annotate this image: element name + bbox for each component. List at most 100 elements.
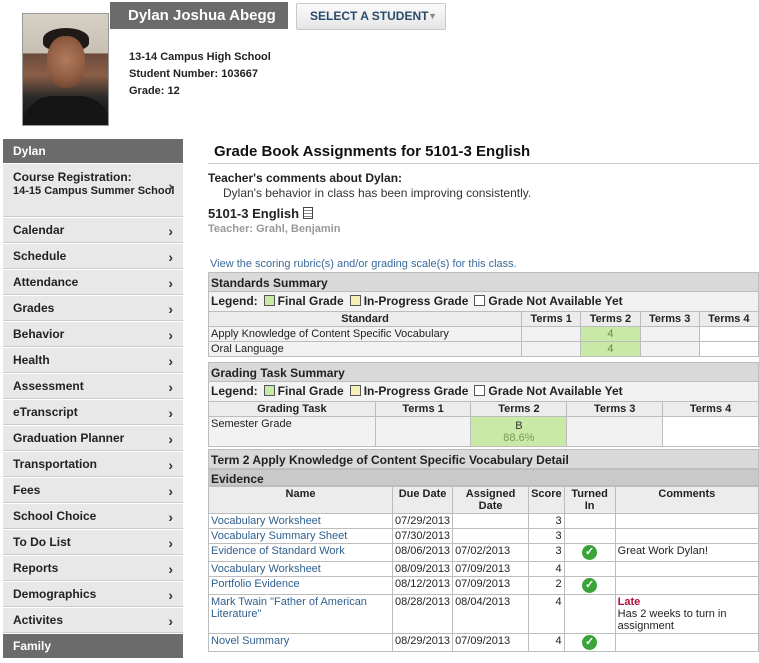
sidebar-item-transportation[interactable]: Transportation ›	[3, 451, 183, 477]
col-grading-task: Grading Task	[208, 401, 376, 417]
col-term2: Terms 2	[470, 401, 568, 417]
evidence-name-link[interactable]: Vocabulary Worksheet	[208, 513, 393, 529]
legend-na: Grade Not Available Yet	[488, 294, 623, 308]
score: 3	[528, 528, 565, 544]
sidebar-item-label: Graduation Planner	[13, 431, 125, 445]
due-date: 07/30/2013	[391, 528, 454, 544]
evidence-body: Vocabulary Worksheet 07/29/2013 3 Vocabular…	[208, 513, 759, 652]
due-date: 08/28/2013	[391, 594, 454, 634]
turned-in-cell: ✓	[563, 543, 616, 562]
course-name: 5101-3 English	[208, 206, 300, 221]
term2-cell[interactable]: B 88.6%	[470, 416, 568, 447]
sidebar-item-to-do-list[interactable]: To Do List ›	[3, 529, 183, 555]
term2-cell: 4	[580, 326, 641, 342]
main-content: Grade Book Assignments for 5101-3 Englis…	[207, 139, 759, 652]
table-row: Oral Language 4	[207, 341, 759, 357]
turned-in-cell	[563, 594, 616, 634]
comments-cell	[614, 561, 759, 577]
course-title: 5101-3 English	[208, 206, 759, 221]
check-icon: ✓	[582, 578, 598, 593]
evidence-name-link[interactable]: Mark Twain "Father of American Literatur…	[208, 594, 393, 634]
sidebar-item-course-registration[interactable]: Course Registration: 14-15 Campus Summer…	[3, 163, 183, 217]
evidence-title: Evidence	[208, 469, 759, 486]
score: 3	[528, 543, 565, 562]
teacher-name: Teacher: Grahl, Benjamin	[208, 223, 341, 235]
progress-swatch	[349, 295, 361, 306]
select-student-label: SELECT A STUDENT	[310, 9, 429, 23]
sidebar-item-reports[interactable]: Reports ›	[3, 555, 183, 581]
evidence-name-link[interactable]: Novel Summary	[208, 633, 393, 652]
sidebar-item-assessment[interactable]: Assessment ›	[3, 373, 183, 399]
select-student-button[interactable]: SELECT A STUDENT ▼	[296, 3, 446, 30]
sidebar-item-sublabel: 14-15 Campus Summer School	[13, 185, 175, 197]
turned-in-cell	[563, 561, 616, 577]
col-standard: Standard	[207, 311, 523, 327]
col-assigned-date: Assigned Date	[452, 486, 530, 514]
term1-cell	[521, 341, 582, 357]
chevron-right-icon: ›	[168, 587, 173, 603]
progress-swatch	[349, 385, 361, 396]
chevron-right-icon: ›	[168, 431, 173, 447]
sidebar-item-label: School Choice	[13, 509, 97, 523]
standard-name: Oral Language	[207, 341, 523, 357]
chevron-right-icon: ›	[168, 405, 173, 421]
chevron-right-icon: ›	[168, 561, 173, 577]
sidebar-item-health[interactable]: Health ›	[3, 347, 183, 373]
page-title: Grade Book Assignments for 5101-3 Englis…	[208, 139, 759, 164]
chevron-right-icon: ›	[168, 223, 173, 239]
score: 4	[528, 561, 565, 577]
sidebar-item-attendance[interactable]: Attendance ›	[3, 269, 183, 295]
chevron-right-icon: ›	[168, 483, 173, 499]
document-icon[interactable]	[303, 207, 314, 219]
sidebar-item-behavior[interactable]: Behavior ›	[3, 321, 183, 347]
sidebar-item-label: Behavior	[13, 327, 65, 341]
rubric-link[interactable]: View the scoring rubric(s) and/or gradin…	[210, 258, 759, 270]
score: 4	[528, 594, 565, 634]
standards-summary-title: Standards Summary	[208, 272, 759, 292]
col-term3: Terms 3	[566, 401, 664, 417]
teacher-comments: Dylan's behavior in class has been impro…	[223, 186, 532, 200]
check-icon: ✓	[582, 545, 598, 560]
comment-text: Great Work Dylan!	[617, 545, 708, 557]
sidebar-item-fees[interactable]: Fees ›	[3, 477, 183, 503]
sidebar-item-etranscript[interactable]: eTranscript ›	[3, 399, 183, 425]
col-name: Name	[208, 486, 393, 514]
evidence-header-row: Name Due Date Assigned Date Score Turned…	[208, 486, 759, 514]
term3-cell	[639, 341, 700, 357]
table-row: Apply Knowledge of Content Specific Voca…	[207, 326, 759, 342]
turned-in-cell: ✓	[563, 633, 616, 652]
sidebar-item-label: Assessment	[13, 379, 84, 393]
late-label: Late	[617, 596, 641, 608]
student-photo	[22, 13, 109, 126]
student-number: Student Number: 103667	[129, 68, 258, 80]
final-swatch	[263, 385, 275, 396]
sidebar-item-calendar[interactable]: Calendar ›	[3, 217, 183, 243]
evidence-name-link[interactable]: Vocabulary Summary Sheet	[208, 528, 393, 544]
term3-cell	[566, 416, 664, 447]
due-date: 07/29/2013	[391, 513, 454, 529]
sidebar-item-school-choice[interactable]: School Choice ›	[3, 503, 183, 529]
col-turned-in: Turned In	[563, 486, 616, 514]
term2-percent: 88.6%	[503, 431, 535, 444]
grading-task-table: Grading Task Terms 1 Terms 2 Terms 3 Ter…	[208, 401, 759, 447]
sidebar-item-schedule[interactable]: Schedule ›	[3, 243, 183, 269]
student-info: 13-14 Campus High School Student Number:…	[129, 49, 271, 100]
sidebar-item-label: To Do List	[13, 535, 71, 549]
sidebar-item-graduation-planner[interactable]: Graduation Planner ›	[3, 425, 183, 451]
evidence-name-link[interactable]: Evidence of Standard Work	[208, 543, 393, 562]
sidebar-item-grades[interactable]: Grades ›	[3, 295, 183, 321]
chevron-right-icon: ›	[168, 509, 173, 525]
sidebar-header: Dylan	[3, 139, 183, 163]
evidence-name-link[interactable]: Portfolio Evidence	[208, 576, 393, 595]
chevron-right-icon: ›	[168, 379, 173, 395]
legend-label: Legend:	[211, 294, 258, 308]
table-row: Vocabulary Summary Sheet 07/30/2013 3	[208, 528, 759, 544]
col-comments: Comments	[614, 486, 759, 514]
table-row: Novel Summary 08/29/2013 07/09/2013 4 ✓	[208, 633, 759, 652]
sidebar-item-activites[interactable]: Activites ›	[3, 607, 183, 633]
evidence-name-link[interactable]: Vocabulary Worksheet	[208, 561, 393, 577]
sidebar-footer: Family	[3, 634, 183, 658]
sidebar-item-demographics[interactable]: Demographics ›	[3, 581, 183, 607]
col-term2: Terms 2	[580, 311, 641, 327]
table-row: Vocabulary Worksheet 08/09/2013 07/09/2013…	[208, 561, 759, 577]
